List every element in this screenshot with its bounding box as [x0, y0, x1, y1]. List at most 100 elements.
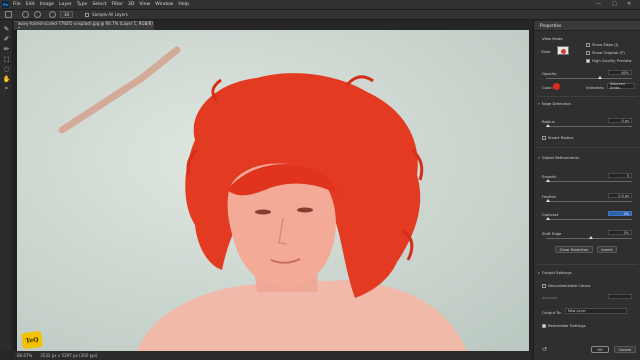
radius-field[interactable]: 0 px: [608, 118, 632, 123]
status-bar: 66.67% 3532 px x 5297 px (300 ppi): [14, 351, 530, 360]
zoom-level[interactable]: 66.67%: [17, 353, 32, 358]
watermark-logo: TeQ: [20, 330, 44, 350]
opacity-slider-knob[interactable]: [597, 76, 602, 79]
show-edge-checkbox[interactable]: [586, 43, 590, 47]
smart-radius-label: Smart Radius: [548, 135, 574, 140]
indicates-dropdown[interactable]: Selected Areas: [607, 82, 635, 90]
shift-edge-field[interactable]: 0%: [608, 230, 632, 235]
output-to-dropdown[interactable]: New Layer: [565, 308, 627, 314]
refine-brush-icon[interactable]: [5, 11, 12, 18]
feather-field[interactable]: 0.0 px: [608, 193, 632, 198]
decontaminate-colors-checkbox[interactable]: [542, 284, 546, 288]
object-selection-tool-icon[interactable]: ⬚: [2, 54, 11, 63]
amount-field[interactable]: [608, 294, 632, 299]
menu-image[interactable]: Image: [40, 2, 54, 7]
close-window-button[interactable]: ✕: [627, 1, 631, 7]
show-original-checkbox[interactable]: [586, 51, 590, 55]
document-size: 3532 px x 5297 px (300 ppi): [40, 353, 98, 358]
edge-detection-header[interactable]: ▾ Edge Detection: [538, 101, 571, 106]
cancel-button[interactable]: Cancel: [614, 346, 636, 353]
reset-icon[interactable]: ↺: [542, 346, 547, 353]
zoom-tool-icon[interactable]: ⌕: [2, 84, 11, 93]
add-mode-icon[interactable]: [22, 11, 29, 18]
menu-type[interactable]: Type: [77, 2, 88, 7]
ok-button[interactable]: OK: [591, 346, 609, 353]
subtract-mode-icon[interactable]: [34, 11, 41, 18]
menu-help[interactable]: Help: [178, 2, 188, 7]
properties-panel: Properties View Mode View: Show Edge (J)…: [533, 21, 640, 360]
feather-slider-knob[interactable]: [546, 199, 550, 202]
chevron-down-icon: ▾: [538, 155, 540, 160]
smooth-slider[interactable]: [546, 179, 632, 182]
sample-all-layers-label: Sample All Layers: [92, 12, 128, 17]
clear-selection-button[interactable]: Clear Selection: [555, 246, 593, 253]
view-mode-header: View Mode: [542, 36, 563, 41]
chevron-down-icon: ▾: [538, 101, 540, 106]
opacity-slider[interactable]: [546, 76, 632, 79]
contrast-slider-knob[interactable]: [546, 217, 550, 220]
tools-panel: ✎ ✐ ✏ ⬚ ◌ ✋ ⌕: [0, 21, 13, 351]
divider: [537, 264, 638, 265]
radius-slider-knob[interactable]: [546, 124, 550, 127]
sample-all-layers-checkbox[interactable]: [85, 12, 90, 17]
menu-select[interactable]: Select: [92, 2, 106, 7]
remember-settings-checkbox[interactable]: [542, 324, 546, 328]
contrast-slider[interactable]: [546, 217, 632, 220]
contrast-label: Contrast: [542, 212, 559, 217]
show-edge-label: Show Edge (J): [592, 42, 619, 47]
options-bar: 30 Sample All Layers: [0, 9, 640, 20]
remember-settings-label: Remember Settings: [548, 323, 586, 328]
minimize-button[interactable]: —: [596, 1, 601, 7]
menu-3d[interactable]: 3D: [128, 2, 134, 7]
shift-edge-label: Shift Edge: [542, 231, 562, 236]
document-image[interactable]: [17, 30, 529, 351]
contrast-field[interactable]: 0%: [608, 211, 632, 216]
menu-file[interactable]: File: [13, 2, 21, 7]
document-tab[interactable]: wavy-haired-scaled-7792f1-unsplash.jpg @…: [14, 21, 154, 31]
high-quality-preview-checkbox[interactable]: [586, 59, 590, 63]
radius-slider[interactable]: [546, 124, 632, 127]
maximize-button[interactable]: □: [612, 1, 617, 7]
smooth-slider-knob[interactable]: [546, 179, 550, 182]
menu-edit[interactable]: Edit: [26, 2, 35, 7]
menu-filter[interactable]: Filter: [112, 2, 123, 7]
brush-size-field[interactable]: 30: [60, 11, 74, 18]
lasso-tool-icon[interactable]: ◌: [2, 64, 11, 73]
canvas-area[interactable]: [14, 30, 530, 351]
refine-edge-brush-icon[interactable]: ✐: [2, 34, 11, 43]
shift-edge-slider[interactable]: [546, 236, 632, 239]
smart-radius-checkbox[interactable]: [542, 136, 546, 140]
output-to-label: Output To:: [542, 310, 562, 315]
photoshop-logo-icon: Ps: [2, 1, 9, 8]
indicates-label: Indicates:: [586, 85, 605, 90]
opacity-field[interactable]: 60%: [608, 70, 632, 75]
menu-view[interactable]: View: [139, 2, 150, 7]
brush-preset-icon[interactable]: [49, 11, 56, 18]
hand-tool-icon[interactable]: ✋: [2, 74, 11, 83]
amount-label: Amount: [542, 295, 557, 300]
shift-edge-slider-knob[interactable]: [589, 236, 593, 239]
show-original-label: Show Original (P): [592, 50, 625, 55]
global-refinements-header[interactable]: ▾ Global Refinements: [538, 155, 579, 160]
opacity-label: Opacity: [542, 71, 557, 76]
chevron-down-icon: ▾: [538, 270, 540, 275]
brush-tool-icon[interactable]: ✏: [2, 44, 11, 53]
color-label: Color:: [542, 85, 554, 90]
menu-layer[interactable]: Layer: [59, 2, 72, 7]
invert-button[interactable]: Invert: [597, 246, 617, 253]
feather-slider[interactable]: [546, 199, 632, 202]
properties-tab[interactable]: Properties: [534, 21, 640, 31]
view-thumbnail-icon: [561, 49, 566, 54]
menu-window[interactable]: Window: [155, 2, 173, 7]
view-label: View:: [541, 49, 552, 54]
output-settings-header[interactable]: ▾ Output Settings: [538, 270, 572, 275]
view-mode-thumbnail[interactable]: [557, 46, 569, 55]
divider: [537, 96, 638, 97]
photo-preview: [17, 30, 529, 351]
decontaminate-colors-label: Decontaminate Colors: [548, 283, 591, 288]
menu-bar: Ps File Edit Image Layer Type Select Fil…: [0, 0, 640, 9]
smooth-field[interactable]: 0: [608, 173, 632, 178]
overlay-color-swatch[interactable]: [553, 83, 560, 90]
high-quality-preview-label: High Quality Preview: [592, 58, 632, 63]
quick-selection-tool-icon[interactable]: ✎: [2, 24, 11, 33]
